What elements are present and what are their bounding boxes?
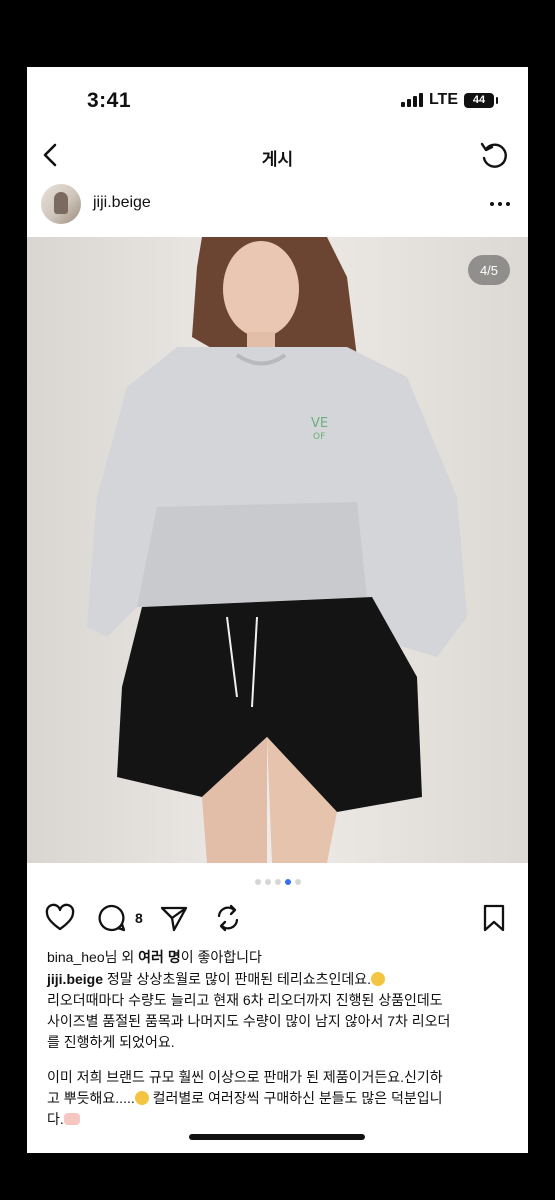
likes-user[interactable]: bina_heo (47, 949, 105, 965)
pleading-face-emoji-icon (134, 1091, 149, 1105)
page-title: 게시 (261, 150, 294, 169)
post-image[interactable]: VE OF 4/5 (27, 237, 528, 863)
caption-line: 사이즈별 품절된 품목과 나머지도 수량이 많이 남지 않아서 7차 리오더 (47, 1013, 451, 1029)
svg-text:VE: VE (311, 416, 328, 431)
battery-icon: 44 (464, 92, 498, 108)
caption-line: 다. (47, 1111, 64, 1127)
network-label: LTE (428, 91, 458, 108)
likes-summary[interactable]: bina_heo님 외 여러 명이 좋아합니다 (47, 947, 262, 967)
signal-icon (400, 93, 423, 107)
status-indicators: LTE 44 (400, 91, 498, 109)
likes-suffix: 이 좋아합니다 (180, 949, 262, 965)
caption-line: 정말 상상초월로 많이 판매된 테리쇼츠인데요. (103, 971, 372, 987)
caption-line: 이미 저희 브랜드 규모 훨씬 이상으로 판매가 된 제품이거든요.신기하 (47, 1069, 443, 1085)
likes-text: 님 외 (104, 949, 139, 965)
battery-level: 44 (472, 94, 486, 106)
comment-icon[interactable] (97, 903, 127, 933)
carousel-dot (274, 879, 281, 885)
svg-text:OF: OF (313, 432, 325, 442)
caption-line: 고 뿌듯해요..... (47, 1090, 135, 1106)
likes-others[interactable]: 여러 명 (138, 949, 181, 965)
post-username[interactable]: jiji.beige (93, 194, 151, 212)
share-icon[interactable] (159, 903, 189, 933)
bookmark-icon[interactable] (479, 903, 509, 933)
home-indicator[interactable] (189, 1134, 365, 1140)
caption-username[interactable]: jiji.beige (47, 971, 103, 987)
action-bar: 8 (27, 899, 528, 939)
more-options-icon[interactable] (490, 202, 510, 206)
caption-line: 를 진행하게 되었어요. (47, 1034, 175, 1050)
top-nav: 게시 (27, 137, 528, 177)
post-header: jiji.beige (27, 180, 528, 228)
phone-screen: 3:41 LTE 44 게시 jiji.beige VE OF 4/5 8 bi… (27, 67, 528, 1153)
avatar[interactable] (41, 184, 81, 224)
repost-icon[interactable] (213, 903, 243, 933)
post-photo: VE OF (27, 237, 528, 863)
carousel-dots (27, 879, 528, 885)
carousel-dot (264, 879, 271, 885)
comment-count: 8 (135, 910, 143, 926)
caption-line: 컬러별로 여러장씩 구매하신 분들도 많은 덕분입니 (148, 1090, 443, 1106)
carousel-dot (254, 879, 261, 885)
post-caption: jiji.beige 정말 상상초월로 많이 판매된 테리쇼츠인데요. 리오더때… (47, 969, 517, 1130)
image-counter: 4/5 (468, 255, 510, 285)
carousel-dot (294, 879, 301, 885)
status-time: 3:41 (87, 89, 132, 112)
heart-hands-emoji-icon (63, 1113, 80, 1125)
smiling-face-emoji-icon (371, 972, 386, 986)
heart-icon[interactable] (45, 903, 75, 933)
carousel-dot (284, 879, 291, 885)
caption-line: 리오더때마다 수량도 늘리고 현재 6차 리오더까지 진행된 상품인데도 (47, 992, 443, 1008)
refresh-icon[interactable] (478, 140, 510, 172)
